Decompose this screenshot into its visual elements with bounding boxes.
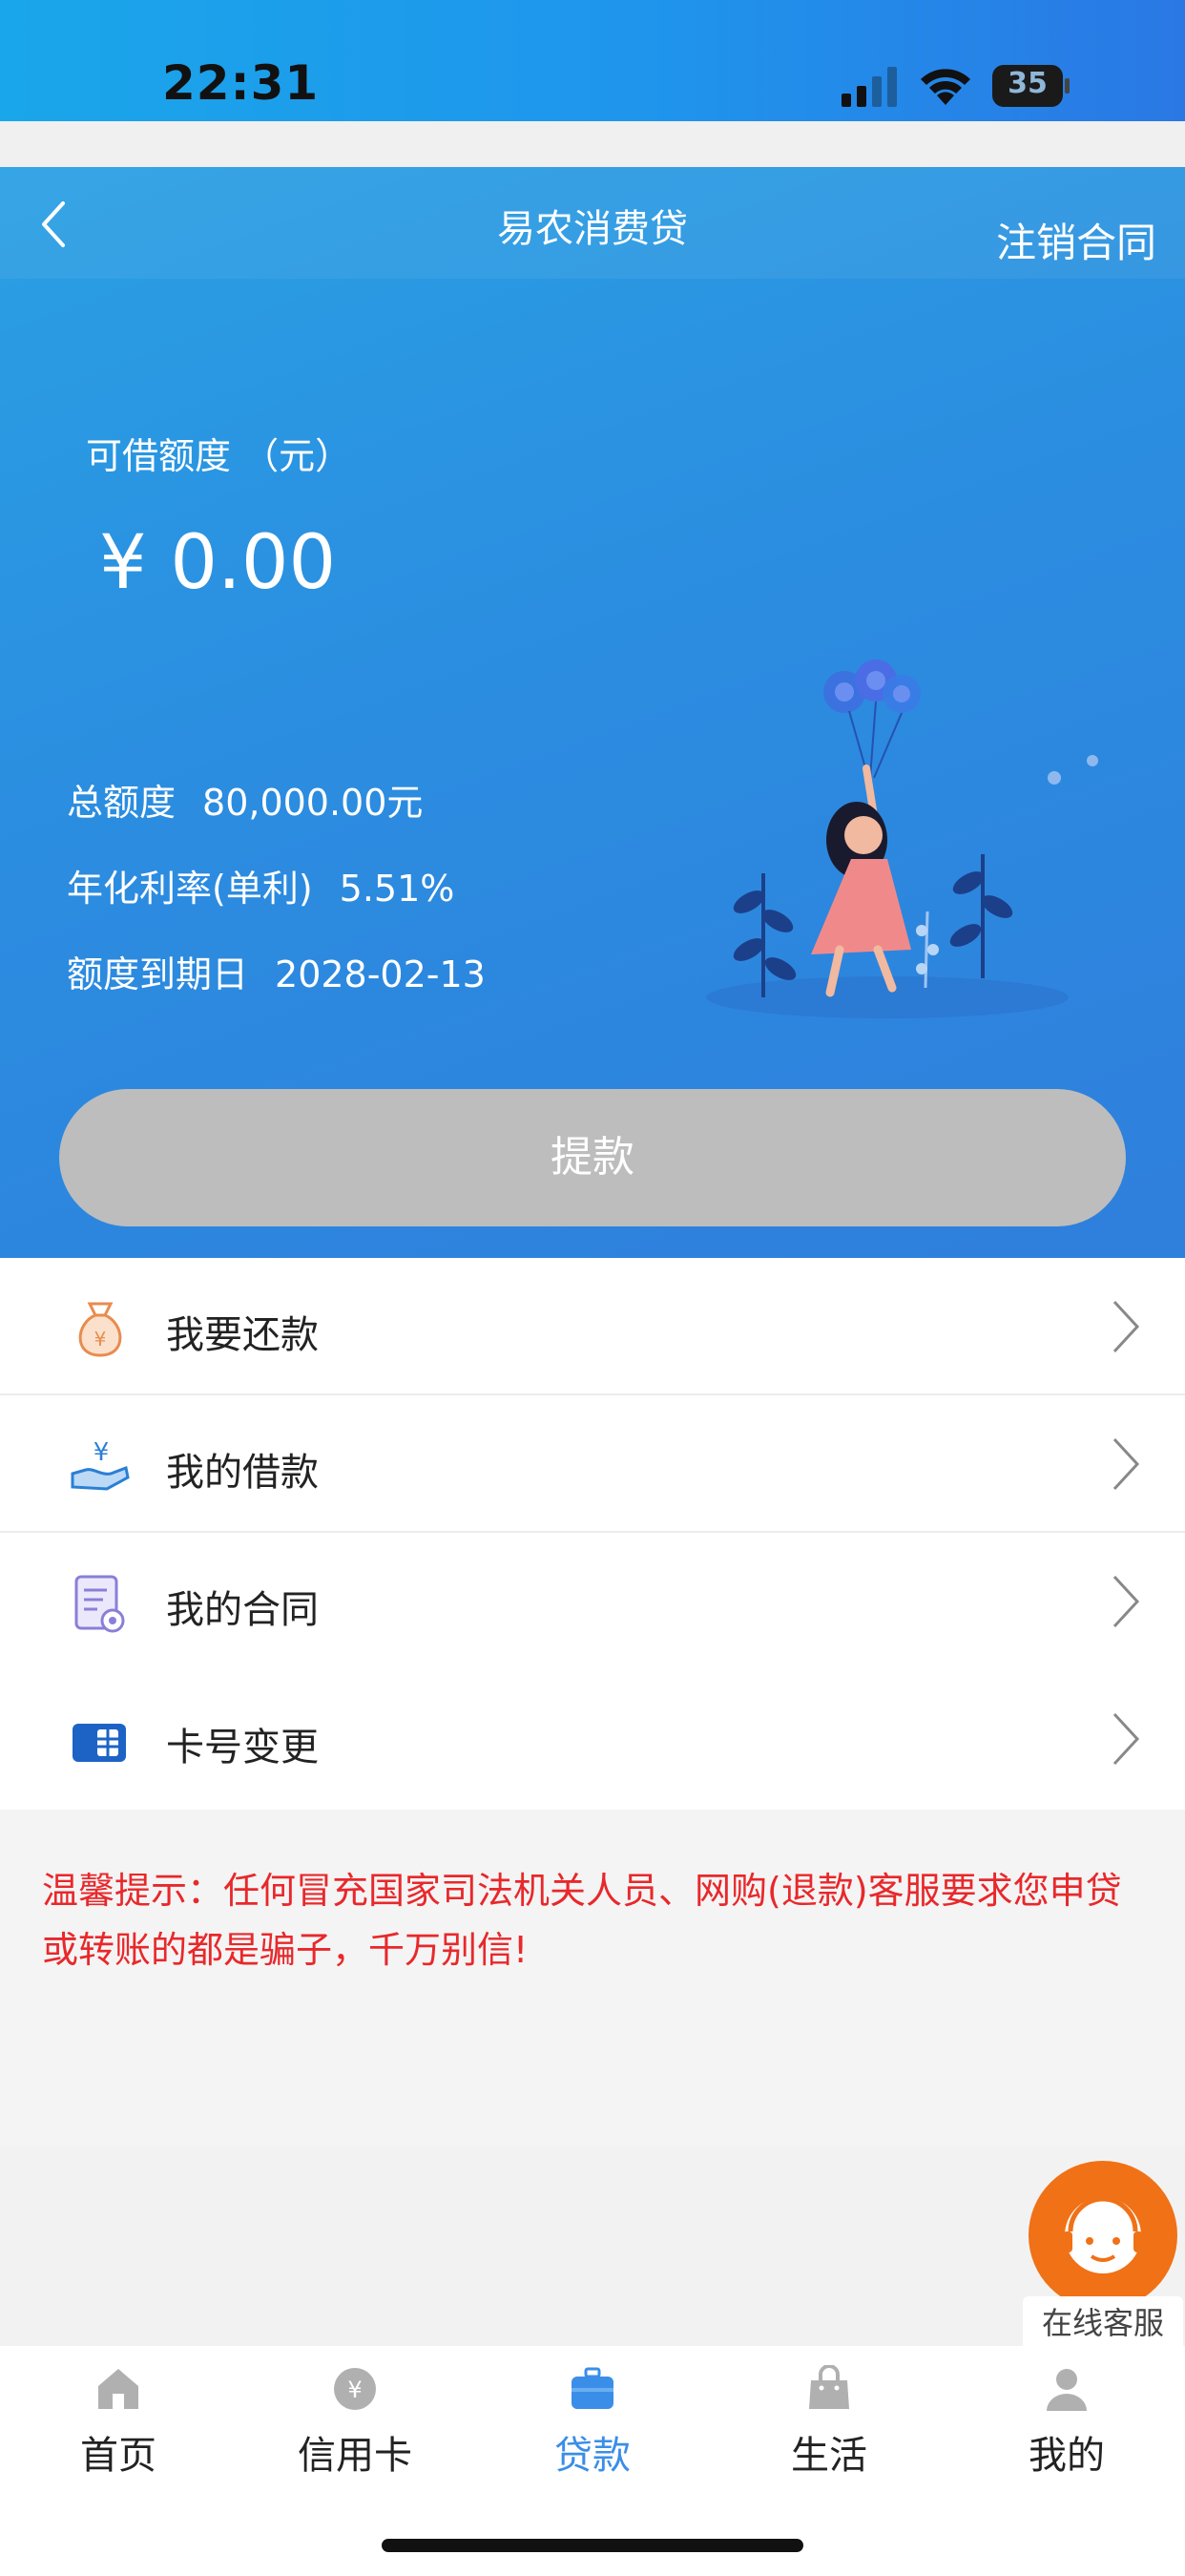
battery-level: 35: [1008, 67, 1048, 100]
tab-label-credit-card: 信用卡: [298, 2434, 412, 2478]
wifi-icon: [921, 69, 970, 105]
home-icon: [98, 2369, 138, 2409]
total-credit-value: 80,000.00元: [202, 782, 424, 824]
nav-bar: 易农消费贷 注销合同: [0, 167, 1185, 279]
tab-label-home: 首页: [80, 2434, 156, 2478]
menu-item-repay[interactable]: ¥ 我要还款: [0, 1258, 1185, 1395]
service-menu: ¥ 我要还款 ¥ 我的借款 我的合同 卡号变更: [0, 1258, 1185, 1810]
user-icon: [1047, 2369, 1087, 2411]
shopping-bag-icon: [809, 2365, 849, 2409]
briefcase-icon: [572, 2367, 613, 2409]
money-bag-icon: ¥: [78, 1302, 122, 1357]
customer-service-icon: [1063, 2196, 1143, 2273]
home-indicator: [382, 2539, 803, 2552]
withdraw-button[interactable]: 提款: [59, 1089, 1126, 1226]
expiry-date-row: 额度到期日 2028-02-13: [67, 945, 486, 997]
svg-text:¥: ¥: [94, 1438, 110, 1467]
chevron-right-icon: [1112, 1437, 1140, 1491]
expiry-date-value: 2028-02-13: [275, 953, 486, 995]
chevron-right-icon: [1112, 1300, 1140, 1353]
bank-card-icon: [73, 1724, 126, 1762]
yuan-coin-icon: ¥: [334, 2368, 376, 2410]
tab-label-life: 生活: [791, 2434, 867, 2478]
menu-item-loans[interactable]: ¥ 我的借款: [0, 1395, 1185, 1533]
interest-rate-value: 5.51%: [339, 868, 455, 910]
contract-icon: [74, 1575, 125, 1633]
credit-hero: 易农消费贷 注销合同 可借额度 （元） ¥ 0.00 总额度 80,000.00元…: [0, 167, 1185, 1258]
menu-item-card-change[interactable]: 卡号变更: [0, 1670, 1185, 1808]
status-time: 22:31: [162, 55, 320, 111]
svg-text:¥: ¥: [347, 2377, 362, 2403]
tab-credit-card[interactable]: ¥ 信用卡: [237, 2365, 473, 2499]
online-service-label[interactable]: 在线客服: [1023, 2296, 1183, 2350]
fraud-warning-notice: 温馨提示：任何冒充国家司法机关人员、网购(退款)客服要求您申贷或转账的都是骗子，…: [42, 1870, 1122, 1971]
total-credit-row: 总额度 80,000.00元: [67, 773, 423, 826]
online-service-button[interactable]: [1029, 2161, 1177, 2310]
hand-yuan-icon: ¥: [71, 1438, 130, 1491]
tab-label-mine: 我的: [1029, 2434, 1105, 2478]
top-spacer: [0, 121, 1185, 167]
cellular-signal-icon: [842, 67, 897, 107]
battery-icon: 35: [992, 65, 1071, 107]
menu-label-loans: 我的借款: [166, 1451, 319, 1495]
chevron-right-icon: [1112, 1712, 1140, 1766]
expiry-date-label: 额度到期日: [67, 953, 249, 995]
total-credit-label: 总额度: [67, 782, 177, 824]
chevron-right-icon: [1112, 1575, 1140, 1628]
status-bar: 22:31 35: [0, 0, 1185, 121]
bottom-tab-bar: 首页 ¥ 信用卡 贷款 生活 我的: [0, 2346, 1185, 2576]
menu-item-contracts[interactable]: 我的合同: [0, 1533, 1185, 1670]
cancel-contract-button[interactable]: 注销合同: [996, 211, 1156, 269]
available-credit-amount: ¥ 0.00: [99, 520, 337, 606]
available-credit-label: 可借额度 （元）: [86, 435, 352, 477]
menu-label-card-change: 卡号变更: [166, 1726, 319, 1770]
tab-home[interactable]: 首页: [0, 2365, 237, 2499]
tab-label-loan: 贷款: [554, 2434, 631, 2478]
tab-loan[interactable]: 贷款: [474, 2365, 711, 2499]
interest-rate-row: 年化利率(单利) 5.51%: [67, 859, 454, 911]
menu-label-contracts: 我的合同: [166, 1588, 319, 1632]
tab-life[interactable]: 生活: [711, 2365, 947, 2499]
girl-with-balloons-illustration: [706, 660, 1098, 1018]
menu-label-repay: 我要还款: [166, 1313, 319, 1357]
svg-text:¥: ¥: [94, 1328, 107, 1351]
tab-mine[interactable]: 我的: [948, 2365, 1185, 2499]
interest-rate-label: 年化利率(单利): [67, 868, 313, 910]
